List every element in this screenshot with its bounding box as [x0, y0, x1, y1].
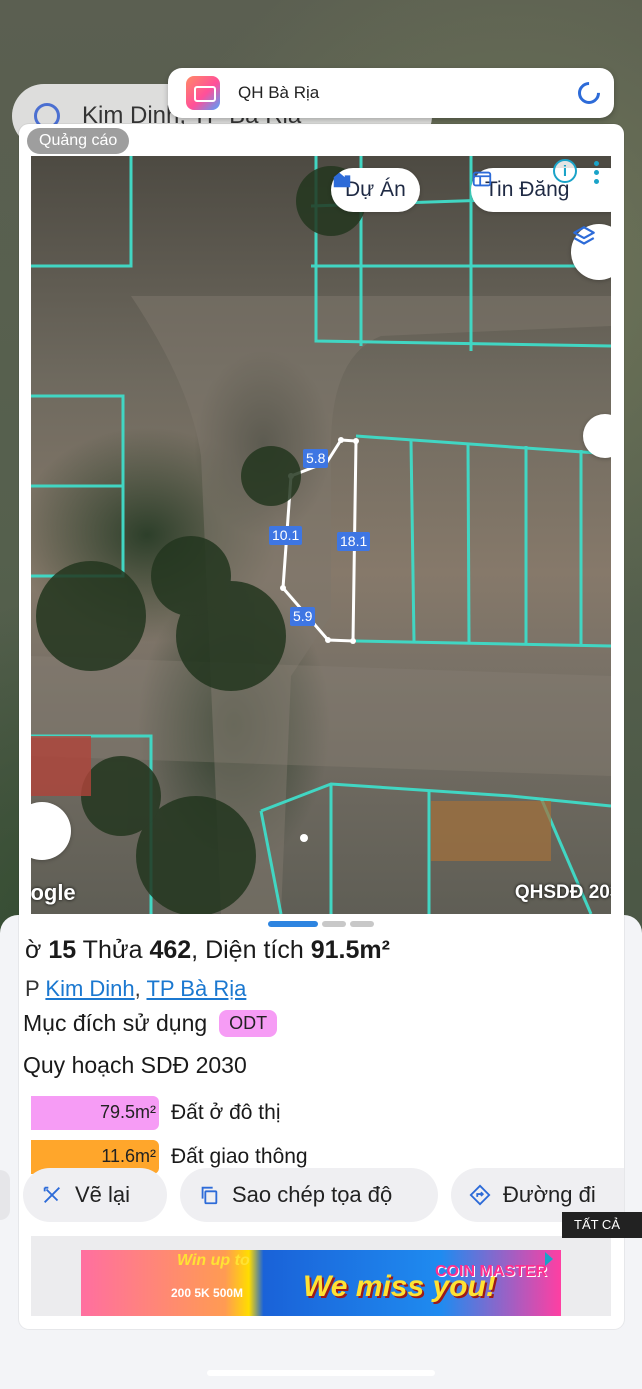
info-icon[interactable]: i: [553, 159, 577, 183]
redraw-label: Vẽ lại: [75, 1182, 131, 1207]
du-an-button[interactable]: Dự Án: [331, 168, 420, 212]
ward-link[interactable]: Kim Dinh: [45, 976, 134, 1001]
tin-dang-button[interactable]: Tin Đăng: [471, 168, 611, 212]
ruler-pencil-icon: [43, 1186, 60, 1203]
page-dot: [322, 921, 346, 927]
plan-item-label: Đất giao thông: [171, 1145, 308, 1168]
area-value: 91.5m²: [310, 936, 390, 964]
chevron-up-icon: [31, 802, 35, 824]
banner-line1: Win up to: [177, 1252, 250, 1269]
thua-label: Thửa: [82, 936, 143, 964]
page-dot-active: [268, 921, 318, 927]
app-banner[interactable]: QH Bà Rịa: [168, 68, 614, 118]
google-logo: oogle: [31, 880, 76, 905]
banner-image[interactable]: Win up to 200 5K 500M We miss you! COIN …: [81, 1250, 561, 1316]
more-options-icon[interactable]: [592, 161, 600, 184]
copy-coordinates-button[interactable]: Sao chép tọa độ: [180, 1168, 438, 1222]
copy-icon: [201, 1186, 218, 1205]
layer-label: QHSDĐ 2030: [514, 882, 611, 903]
parcel-boundaries: [31, 156, 611, 914]
plan-heading: Quy hoạch SDĐ 2030: [23, 1052, 247, 1078]
redraw-button[interactable]: Vẽ lại: [23, 1168, 167, 1222]
parcel-prefix: ờ: [25, 936, 42, 964]
du-an-label: Dự Án: [345, 178, 406, 201]
directions-label: Đường đi: [503, 1182, 596, 1207]
plan-item: 79.5m² Đất ở đô thị: [31, 1096, 281, 1130]
tin-dang-label: Tin Đăng: [485, 178, 570, 201]
location-prefix: P: [25, 976, 40, 1001]
copy-coordinates-label: Sao chép tọa độ: [232, 1182, 393, 1207]
purpose-label: Mục đích sử dụng: [23, 1010, 208, 1036]
city-link[interactable]: TP Bà Rịa: [146, 976, 246, 1001]
to-number: 15: [48, 936, 77, 964]
background-edge-button: [0, 1170, 10, 1220]
action-buttons: Vẽ lại Sao chép tọa độ Đường đi: [19, 1168, 624, 1224]
loading-spinner-icon: [573, 77, 605, 109]
parcel-location: P Kim Dinh, TP Bà Rịa: [25, 976, 247, 1001]
area-label: Diện tích: [205, 936, 304, 964]
ad-choices-icon[interactable]: [545, 1252, 559, 1266]
thua-number: 462: [149, 936, 192, 964]
buildings-icon: [333, 172, 351, 188]
app-name: QH Bà Rịa: [238, 83, 320, 102]
ad-card[interactable]: Quảng cáo 5.8 10.1 18.1 5.9 Dự Án Tin Đă…: [19, 124, 624, 1329]
dimension-label: 5.9: [290, 607, 316, 626]
layers-icon: [573, 226, 595, 245]
page-indicator: [268, 921, 374, 927]
parcel-title: ờ 15 Thửa 462, Diện tích 91.5m²: [25, 936, 390, 964]
banner-prizes: 200 5K 500M: [171, 1286, 244, 1300]
dimension-label: 10.1: [269, 526, 303, 545]
listing-icon: [472, 171, 492, 187]
purpose-badge: ODT: [219, 1010, 278, 1037]
dimension-label: 5.8: [303, 449, 329, 468]
directions-icon: [469, 1184, 491, 1206]
land-use-purpose: Mục đích sử dụng ODT: [23, 1010, 278, 1037]
close-all-button[interactable]: TẤT CẢ: [562, 1212, 642, 1238]
app-icon: [186, 76, 220, 110]
home-indicator: [207, 1370, 435, 1376]
page-dot: [350, 921, 374, 927]
plan-area-bar: 79.5m²: [31, 1096, 159, 1130]
dimension-label: 18.1: [337, 532, 371, 551]
ad-label: Quảng cáo: [27, 128, 130, 154]
coin-master-banner[interactable]: Win up to 200 5K 500M We miss you! COIN …: [31, 1236, 611, 1316]
plan-item-label: Đất ở đô thị: [171, 1101, 281, 1124]
coin-master-logo: COIN MASTER: [435, 1263, 547, 1280]
ad-map-screenshot[interactable]: 5.8 10.1 18.1 5.9 Dự Án Tin Đăng i oogle…: [31, 156, 611, 914]
